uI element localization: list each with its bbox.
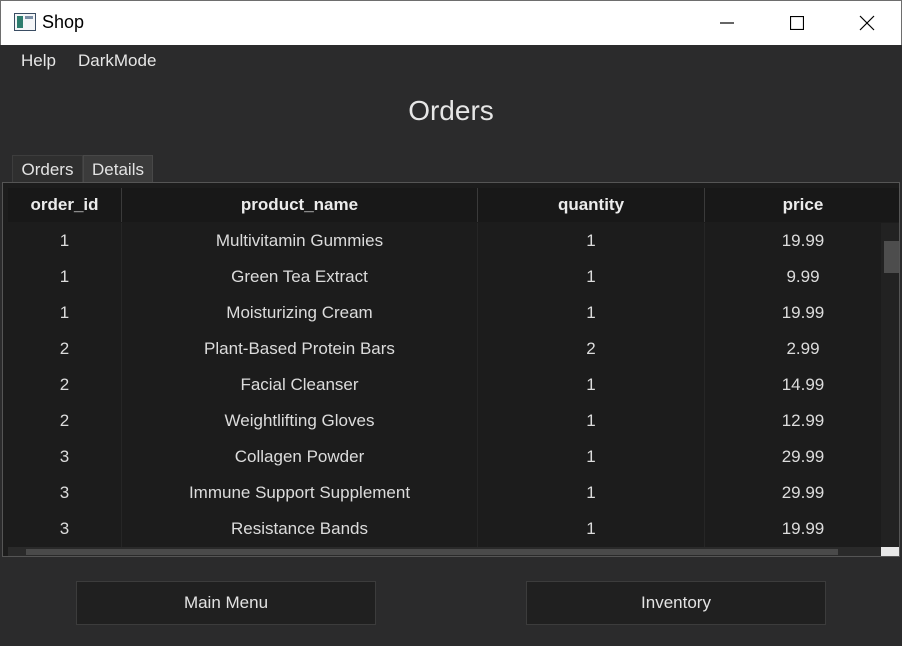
menu-bar: Help DarkMode [0, 45, 902, 77]
table-row[interactable]: 1 Multivitamin Gummies 1 19.99 [8, 223, 881, 259]
cell-product-name[interactable]: Facial Cleanser [122, 367, 478, 403]
vertical-scroll-thumb[interactable] [884, 241, 899, 273]
horizontal-scroll-thumb[interactable] [26, 549, 838, 555]
close-icon [859, 15, 875, 31]
cell-price[interactable]: 19.99 [705, 511, 881, 547]
table-row[interactable]: 2 Plant-Based Protein Bars 2 2.99 [8, 331, 881, 367]
cell-quantity[interactable]: 1 [478, 403, 705, 439]
table-row[interactable]: 3 Resistance Bands 1 19.99 [8, 511, 881, 547]
scroll-corner [881, 547, 899, 556]
tab-orders[interactable]: Orders [12, 155, 83, 183]
cell-product-name[interactable]: Collagen Powder [122, 439, 478, 475]
cell-quantity[interactable]: 1 [478, 475, 705, 511]
tab-details[interactable]: Details [83, 155, 153, 183]
cell-product-name[interactable]: Immune Support Supplement [122, 475, 478, 511]
cell-order-id[interactable]: 1 [8, 259, 122, 295]
table-row[interactable]: 2 Facial Cleanser 1 14.99 [8, 367, 881, 403]
window-icon [14, 13, 36, 31]
cell-quantity[interactable]: 1 [478, 223, 705, 259]
cell-product-name[interactable]: Weightlifting Gloves [122, 403, 478, 439]
cell-order-id[interactable]: 3 [8, 475, 122, 511]
cell-price[interactable]: 29.99 [705, 475, 881, 511]
maximize-icon [790, 16, 804, 30]
cell-quantity[interactable]: 1 [478, 439, 705, 475]
maximize-button[interactable] [763, 1, 831, 45]
title-bar: Shop [0, 0, 902, 45]
table-header: order_id product_name quantity price [8, 188, 899, 222]
page-title: Orders [408, 95, 494, 126]
details-table: order_id product_name quantity price 1 Mu… [2, 182, 900, 557]
cell-price[interactable]: 29.99 [705, 439, 881, 475]
inventory-button[interactable]: Inventory [526, 581, 826, 625]
cell-price[interactable]: 19.99 [705, 223, 881, 259]
main-menu-button[interactable]: Main Menu [76, 581, 376, 625]
table-row[interactable]: 1 Green Tea Extract 1 9.99 [8, 259, 881, 295]
close-button[interactable] [833, 1, 901, 45]
column-header-quantity[interactable]: quantity [478, 188, 705, 222]
minimize-button[interactable] [693, 1, 761, 45]
cell-product-name[interactable]: Resistance Bands [122, 511, 478, 547]
cell-quantity[interactable]: 2 [478, 331, 705, 367]
cell-price[interactable]: 19.99 [705, 295, 881, 331]
table-row[interactable]: 2 Weightlifting Gloves 1 12.99 [8, 403, 881, 439]
horizontal-scrollbar[interactable] [8, 547, 881, 556]
table-row[interactable]: 1 Moisturizing Cream 1 19.99 [8, 295, 881, 331]
cell-order-id[interactable]: 1 [8, 223, 122, 259]
cell-quantity[interactable]: 1 [478, 295, 705, 331]
cell-price[interactable]: 2.99 [705, 331, 881, 367]
column-header-price[interactable]: price [705, 188, 899, 222]
cell-quantity[interactable]: 1 [478, 511, 705, 547]
column-header-product-name[interactable]: product_name [122, 188, 478, 222]
window-title: Shop [42, 12, 85, 32]
cell-quantity[interactable]: 1 [478, 259, 705, 295]
cell-order-id[interactable]: 2 [8, 331, 122, 367]
cell-price[interactable]: 12.99 [705, 403, 881, 439]
cell-order-id[interactable]: 3 [8, 439, 122, 475]
menu-darkmode[interactable]: DarkMode [78, 51, 156, 71]
cell-product-name[interactable]: Moisturizing Cream [122, 295, 478, 331]
minimize-icon [720, 22, 734, 24]
cell-product-name[interactable]: Multivitamin Gummies [122, 223, 478, 259]
cell-order-id[interactable]: 2 [8, 367, 122, 403]
table-body: 1 Multivitamin Gummies 1 19.99 1 Green Tea Ex… [8, 223, 881, 547]
cell-product-name[interactable]: Green Tea Extract [122, 259, 478, 295]
cell-price[interactable]: 9.99 [705, 259, 881, 295]
cell-order-id[interactable]: 3 [8, 511, 122, 547]
table-row[interactable]: 3 Immune Support Supplement 1 29.99 [8, 475, 881, 511]
cell-quantity[interactable]: 1 [478, 367, 705, 403]
vertical-scrollbar[interactable] [881, 223, 899, 548]
table-row[interactable]: 3 Collagen Powder 1 29.99 [8, 439, 881, 475]
cell-price[interactable]: 14.99 [705, 367, 881, 403]
cell-order-id[interactable]: 1 [8, 295, 122, 331]
cell-product-name[interactable]: Plant-Based Protein Bars [122, 331, 478, 367]
menu-help[interactable]: Help [21, 51, 56, 71]
cell-order-id[interactable]: 2 [8, 403, 122, 439]
column-header-order-id[interactable]: order_id [8, 188, 122, 222]
